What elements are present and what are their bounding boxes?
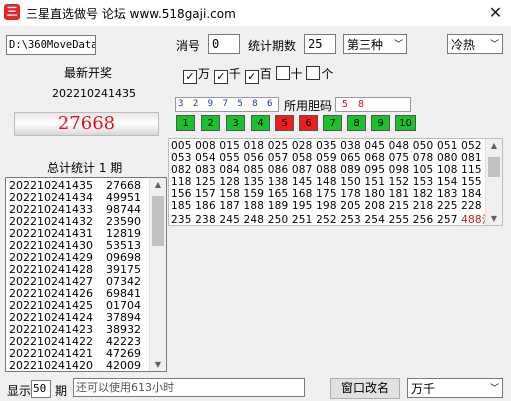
bottom-select-value: 万千 [411, 382, 436, 396]
issue-label: 消号 [176, 39, 201, 53]
num-button-7[interactable]: 7 [323, 115, 342, 131]
period-label: 统计期数 [248, 39, 297, 53]
latest-title: 最新开奖 [64, 66, 113, 80]
digit-check-qian[interactable]: ✓ 千 [213, 67, 241, 84]
scroll-down-icon[interactable]: ▼ [486, 214, 502, 223]
gall-label: 所用胆码 [284, 99, 333, 113]
show-unit: 期 [55, 384, 68, 398]
checkbox-checked-icon: ✓ [244, 70, 259, 84]
window-title: 三星直选做号 论坛 www.518gaji.com [26, 7, 236, 21]
num-button-4[interactable]: 4 [251, 115, 270, 131]
show-input[interactable]: 50 [31, 380, 51, 398]
scroll-down-icon[interactable]: ▼ [150, 360, 166, 369]
num-button-5[interactable]: 5 [275, 115, 294, 131]
latest-number: 27668 [14, 112, 159, 136]
hot-select[interactable]: 冷热 ﹀ [447, 34, 503, 54]
method-select-value: 第三种 [347, 38, 384, 52]
results-row: 005 008 015 018 025 028 035 038 045 048 … [171, 140, 482, 152]
num-button-6[interactable]: 6 [299, 115, 318, 131]
results-row: 118 125 128 135 138 145 148 150 151 152 … [171, 176, 482, 188]
history-scrollbar[interactable]: ▲ ▼ [149, 178, 166, 371]
chevron-down-icon: ﹀ [489, 384, 499, 394]
gall-value: 5 8 [335, 97, 411, 112]
checkbox-empty-icon [306, 66, 321, 80]
digit-check-ge[interactable]: 个 [306, 66, 333, 81]
num-button-10[interactable]: 10 [395, 115, 416, 131]
status-field[interactable]: 还可以使用613小时 [73, 378, 305, 397]
checkbox-empty-icon [275, 66, 290, 80]
checkbox-checked-icon: ✓ [183, 70, 197, 84]
results-row: 235 238 245 248 250 251 252 253 254 255 … [171, 212, 493, 226]
method-select[interactable]: 第三种 ﹀ [343, 34, 407, 54]
results-scrollbar[interactable]: ▲ ▼ [485, 139, 502, 225]
digit-checkboxes: ✓ 万 ✓ 千 ✓ 百 十 个 [183, 65, 333, 84]
app-icon: 三 [4, 4, 20, 20]
path-field[interactable]: D:\360MoveData [6, 35, 96, 55]
number-buttons: 1 2 3 4 5 6 7 8 9 10 [176, 115, 416, 133]
num-button-8[interactable]: 8 [347, 115, 366, 131]
results-grid[interactable]: 005 008 015 018 025 028 035 038 045 048 … [168, 138, 503, 226]
chevron-down-icon: ﹀ [489, 40, 499, 50]
results-row-text: 235 238 245 248 250 251 252 253 254 255 … [171, 214, 458, 226]
num-button-2[interactable]: 2 [201, 115, 220, 131]
checkbox-checked-icon: ✓ [213, 70, 228, 84]
digit-check-shi[interactable]: 十 [275, 66, 303, 81]
history-list[interactable]: 202210241435 27668 202210241434 49951 2022… [5, 177, 167, 372]
digit-check-wan[interactable]: ✓ 万 [183, 67, 210, 84]
num-button-9[interactable]: 9 [371, 115, 390, 131]
num-button-1[interactable]: 1 [176, 115, 195, 131]
chevron-down-icon: ﹀ [393, 40, 403, 50]
results-row: 053 054 055 056 057 058 059 065 068 075 … [171, 152, 482, 164]
scroll-up-icon[interactable]: ▲ [150, 180, 166, 189]
scroll-up-icon[interactable]: ▲ [486, 141, 502, 150]
digit-strip: 3 2 9 7 5 8 6 0 1 4 [175, 97, 279, 112]
digit-check-bai[interactable]: ✓ 百 [244, 67, 272, 84]
scroll-thumb[interactable] [152, 196, 164, 246]
latest-issue: 202210241435 [52, 87, 136, 100]
issue-input[interactable]: 0 [208, 34, 240, 54]
hot-select-value: 冷热 [451, 38, 476, 52]
period-input[interactable]: 25 [304, 34, 336, 54]
close-button[interactable]: ✕ [480, 0, 511, 26]
results-row: 156 157 158 159 165 168 175 178 180 181 … [171, 188, 482, 200]
scroll-thumb[interactable] [488, 157, 500, 177]
rename-button[interactable]: 窗口改名 [330, 378, 400, 399]
results-row: 082 083 084 085 086 087 088 089 095 098 … [171, 164, 482, 176]
show-label: 显示 [7, 384, 32, 398]
list-item[interactable]: 202210241420 42009 [9, 359, 141, 371]
results-row: 185 186 187 188 189 195 198 205 208 215 … [171, 200, 482, 212]
bottom-select[interactable]: 万千 ﹀ [407, 378, 503, 398]
total-label: 总计统计 1 期 [47, 161, 123, 175]
num-button-3[interactable]: 3 [226, 115, 245, 131]
